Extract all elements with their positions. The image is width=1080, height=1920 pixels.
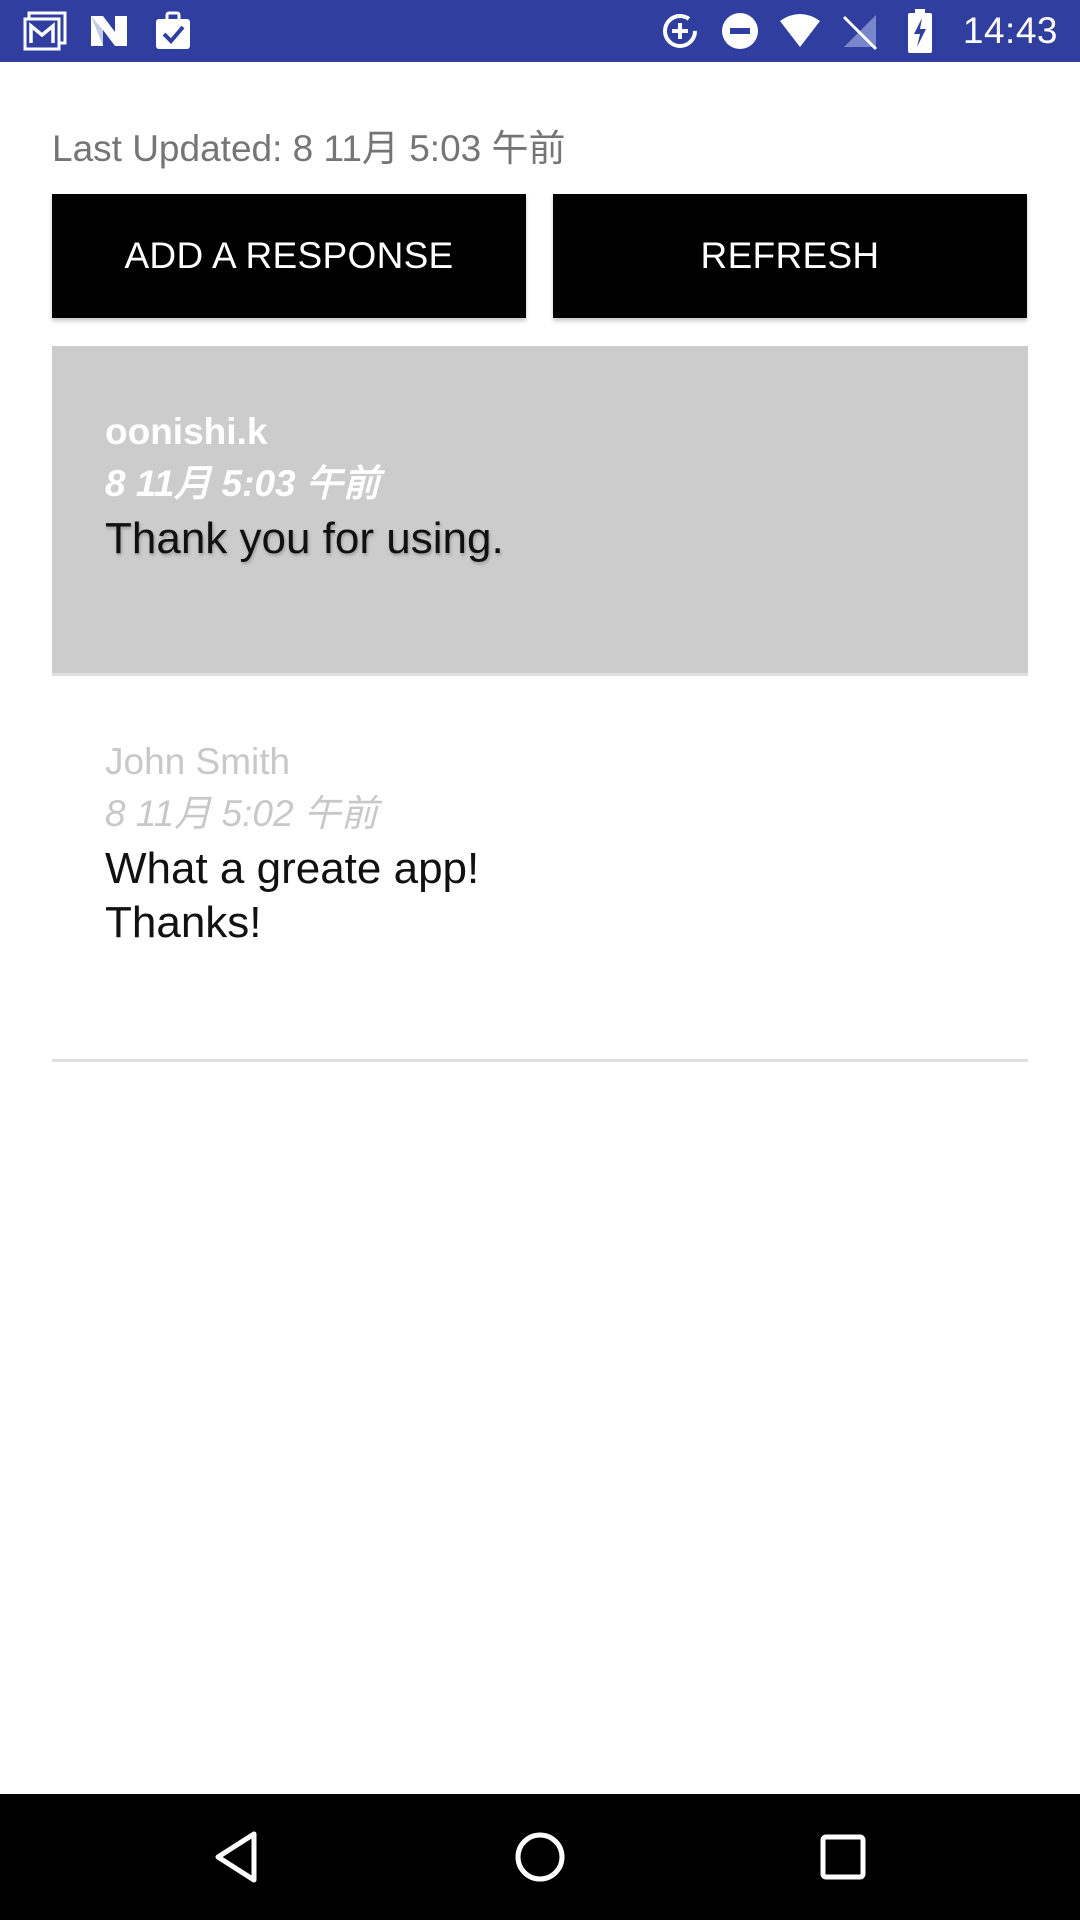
status-bar: 14:43: [0, 0, 1080, 62]
status-time: 14:43: [962, 10, 1058, 51]
navigation-bar: [0, 1794, 1080, 1920]
wifi-icon: [777, 8, 823, 54]
gmail-icon: [22, 8, 68, 54]
status-left-icons: [22, 0, 196, 62]
recents-icon[interactable]: [813, 1827, 873, 1887]
list-item[interactable]: John Smith 8 11月 5:02 午前 What a greate a…: [52, 676, 1028, 1062]
refresh-button[interactable]: REFRESH: [553, 194, 1027, 318]
screen: 14:43 Last Updated: 8 11月 5:03 午前 ADD A …: [0, 0, 1080, 1920]
battery-charging-icon: [897, 8, 943, 54]
response-author: oonishi.k: [105, 411, 268, 452]
data-saver-icon: [657, 8, 703, 54]
list-item[interactable]: oonishi.k 8 11月 5:03 午前 Thank you for us…: [52, 346, 1028, 676]
response-body: Thank you for using.: [105, 514, 504, 563]
back-icon[interactable]: [206, 1827, 266, 1887]
response-list: oonishi.k 8 11月 5:03 午前 Thank you for us…: [52, 346, 1028, 1062]
response-author: John Smith: [105, 741, 291, 782]
response-date: 8 11月 5:03 午前: [105, 463, 380, 504]
response-body: What a greate app! Thanks!: [105, 844, 480, 947]
n-app-icon: [86, 8, 132, 54]
no-signal-icon: [837, 8, 883, 54]
home-icon[interactable]: [510, 1827, 570, 1887]
response-date: 8 11月 5:02 午前: [105, 793, 378, 834]
add-response-button[interactable]: ADD A RESPONSE: [52, 194, 526, 318]
do-not-disturb-icon: [717, 8, 763, 54]
status-right-icons: 14:43: [657, 0, 1058, 62]
clipboard-check-icon: [150, 8, 196, 54]
last-updated-label: Last Updated: 8 11月 5:03 午前: [52, 128, 566, 169]
